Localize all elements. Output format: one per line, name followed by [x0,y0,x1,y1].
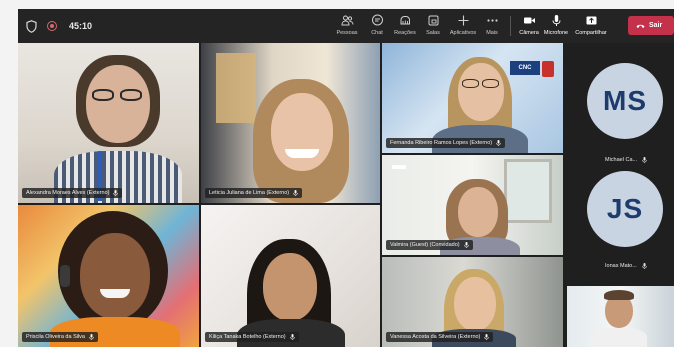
reactions-label: Reações [394,30,416,36]
company-logo: CNC [510,61,540,75]
microphone-icon [484,334,490,340]
rooms-label: Salas [426,30,440,36]
participant-face [80,233,150,319]
camera-button[interactable]: Câmera [517,9,541,43]
rooms-button[interactable]: Salas [420,9,446,43]
video-tile-valmira[interactable]: Valmira (Guest) (Convidado) [382,155,563,255]
plus-icon [458,15,468,26]
microphone-label: Microfone [543,30,569,36]
participant-nametag: Michael Ca... [605,157,647,163]
participant-name: Alexandra Moraes Alves (Externo) [26,190,110,196]
video-tile-alexandra[interactable]: Alexandra Moraes Alves (Externo) [18,43,199,203]
participant-nametag: Leticia Juliana de Lima (Externo) [205,188,303,198]
participant-name: Michael Ca... [605,157,638,163]
wall-poster [216,53,256,123]
headset [60,265,70,287]
recording-icon [47,21,57,31]
window-frame [504,159,552,223]
video-tile-priscila[interactable]: Priscila Oliveira da Silva [18,205,199,347]
meeting-timer: 45:10 [69,21,93,31]
participant-face [458,187,498,237]
leave-label: Sair [649,22,663,29]
video-tile-leticia[interactable]: Leticia Juliana de Lima (Externo) [201,43,380,203]
participant-name: Leticia Juliana de Lima (Externo) [209,190,290,196]
video-tile-fernanda[interactable]: CNC Fernanda Ribeiro Ramos Lopes (Extern… [382,43,563,153]
microphone-icon [552,15,560,26]
phone-hangup-icon [636,24,645,28]
microphone-icon [496,140,501,146]
self-view-tile[interactable] [567,286,674,347]
reactions-icon [400,16,410,25]
participant-face [271,93,333,171]
participant-nametag: Priscila Oliveira da Silva [22,332,98,342]
avatar[interactable]: MS [587,63,663,139]
avatar-initials: MS [603,85,647,116]
people-icon [340,15,353,26]
participant-smile [285,149,319,158]
people-button[interactable]: Pessoas [330,9,364,43]
participant-nametag: Valmira (Guest) (Convidado) [386,240,473,250]
participant-smile [100,289,130,298]
more-button[interactable]: Mais [480,9,504,43]
microphone-icon [89,334,94,340]
microphone-icon [113,190,119,196]
participant-name: Vanessa Acosta da Silveira (Externo) [390,334,481,340]
chat-label: Chat [371,30,383,36]
more-icon [486,19,498,22]
video-tile-vanessa[interactable]: Vanessa Acosta da Silveira (Externo) [382,257,563,347]
participant-sidebar: MS Michael Ca... JS Ionas Mato... [567,43,674,347]
microphone-icon [293,190,298,196]
avatar-initials: JS [606,193,644,224]
leave-button[interactable]: Sair [628,16,674,35]
participant-face [86,65,150,143]
share-label: Compartilhar [575,30,607,36]
microphone-icon [642,157,647,163]
camera-icon [523,17,535,24]
company-badge [542,61,554,77]
people-label: Pessoas [336,30,358,36]
participant-hair [604,290,634,300]
meeting-toolbar: 45:10 Pessoas Chat Reações Salas Aplicat… [18,9,674,43]
glasses-left [92,89,114,101]
microphone-icon [289,334,295,340]
participant-name: Fernanda Ribeiro Ramos Lopes (Externo) [390,140,493,146]
toolbar-divider [510,16,511,36]
glasses-right [120,89,142,101]
participant-nametag: Alexandra Moraes Alves (Externo) [22,188,123,198]
share-button[interactable]: Compartilhar [571,9,611,43]
glasses-left [462,79,479,88]
participant-nametag: Ionas Mato... [605,263,647,269]
microphone-icon [463,242,469,248]
participant-name: Kiliça Tanaka Botelho (Externo) [209,334,286,340]
video-tile-kilica[interactable]: Kiliça Tanaka Botelho (Externo) [201,205,380,347]
microphone-icon [642,263,647,269]
participant-nametag: Fernanda Ribeiro Ramos Lopes (Externo) [386,138,506,148]
glasses-right [482,79,499,88]
participant-face [263,253,317,321]
meeting-window: 45:10 Pessoas Chat Reações Salas Aplicat… [18,9,674,347]
participant-name: Valmira (Guest) (Convidado) [390,242,460,248]
microphone-button[interactable]: Microfone [541,9,571,43]
participant-name: Ionas Mato... [605,263,637,269]
chat-icon [371,14,383,26]
shield-icon[interactable] [26,19,37,33]
participant-face [454,277,496,331]
participant-shirt [591,328,647,347]
camera-label: Câmera [519,30,539,36]
reactions-button[interactable]: Reações [390,9,420,43]
chat-button[interactable]: Chat [364,9,390,43]
rooms-icon [428,15,438,26]
apps-label: Aplicativos [449,30,477,36]
more-label: Mais [486,30,498,36]
avatar[interactable]: JS [587,171,663,247]
toolbar-actions: Pessoas Chat Reações Salas Aplicativos M… [330,9,611,43]
participant-nametag: Vanessa Acosta da Silveira (Externo) [386,332,494,342]
participant-name: Priscila Oliveira da Silva [26,334,85,340]
share-icon [586,16,596,25]
participant-nametag: Kiliça Tanaka Botelho (Externo) [205,332,299,342]
ceiling-light [392,165,406,169]
apps-button[interactable]: Aplicativos [446,9,480,43]
participant-face [458,63,504,121]
